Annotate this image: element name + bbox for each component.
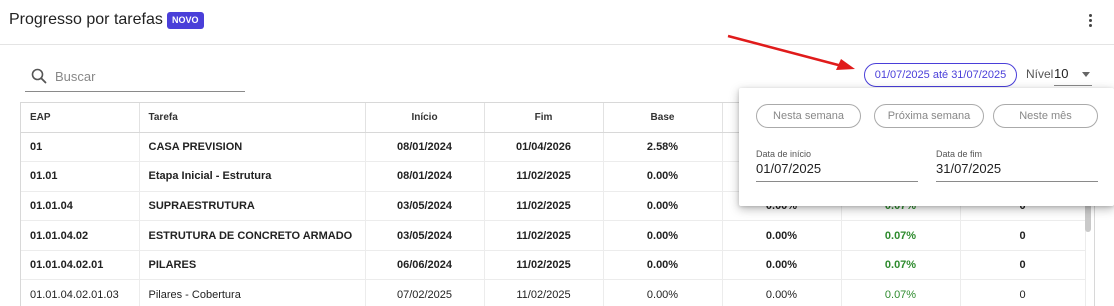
search-field[interactable]: [25, 62, 245, 92]
cell-eap: 01: [21, 132, 140, 163]
cell-col6: 0.00%: [722, 250, 842, 281]
cell-tarefa: PILARES: [139, 250, 366, 281]
cell-col7: 0.07%: [841, 250, 961, 281]
cell-tarefa: CASA PREVISION: [139, 132, 366, 163]
cell-col8: 0: [960, 250, 1086, 281]
end-date-input[interactable]: 31/07/2025: [936, 161, 1098, 182]
column-header-fim[interactable]: Fim: [484, 103, 604, 133]
date-range-chip[interactable]: 01/07/2025 até 31/07/2025: [864, 63, 1017, 87]
nivel-value: 10: [1054, 66, 1069, 81]
cell-col8: 0: [960, 220, 1086, 251]
cell-eap: 01.01.04.02.01.03: [21, 279, 140, 306]
this-week-button[interactable]: Nesta semana: [756, 104, 861, 128]
cell-fim: 11/02/2025: [484, 279, 604, 306]
cell-inicio: 03/05/2024: [365, 191, 485, 222]
cell-eap: 01.01.04.02.01: [21, 250, 140, 281]
cell-tarefa: SUPRAESTRUTURA: [139, 191, 366, 222]
cell-inicio: 07/02/2025: [365, 279, 485, 306]
search-input[interactable]: [55, 66, 240, 86]
cell-inicio: 06/06/2024: [365, 250, 485, 281]
cell-base: 2.58%: [603, 132, 723, 163]
annotation-arrow-icon: [727, 34, 855, 70]
cell-base: 0.00%: [603, 191, 723, 222]
table-row[interactable]: 01.01.04.02.01.03 Pilares - Cobertura 07/0…: [21, 279, 1086, 306]
cell-tarefa: Etapa Inicial - Estrutura: [139, 161, 366, 192]
start-date-input[interactable]: 01/07/2025: [756, 161, 918, 182]
cell-base: 0.00%: [603, 220, 723, 251]
column-header-eap[interactable]: EAP: [21, 103, 140, 133]
cell-col6: 0.00%: [722, 279, 842, 306]
cell-inicio: 08/01/2024: [365, 132, 485, 163]
this-month-button[interactable]: Neste mês: [993, 104, 1098, 128]
column-header-inicio[interactable]: Início: [365, 103, 485, 133]
cell-eap: 01.01.04: [21, 191, 140, 222]
cell-fim: 01/04/2026: [484, 132, 604, 163]
cell-eap: 01.01: [21, 161, 140, 192]
next-week-button[interactable]: Próxima semana: [874, 104, 984, 128]
chevron-down-icon: [1082, 72, 1090, 77]
cell-col7: 0.07%: [841, 279, 961, 306]
cell-col7: 0.07%: [841, 220, 961, 251]
cell-inicio: 03/05/2024: [365, 220, 485, 251]
end-date-label: Data de fim: [936, 149, 983, 159]
cell-tarefa: Pilares - Cobertura: [139, 279, 366, 306]
cell-fim: 11/02/2025: [484, 161, 604, 192]
cell-fim: 11/02/2025: [484, 220, 604, 251]
cell-base: 0.00%: [603, 250, 723, 281]
column-header-base[interactable]: Base: [603, 103, 723, 133]
page-title: Progresso por tarefas: [9, 11, 163, 28]
table-row[interactable]: 01.01.04.02 ESTRUTURA DE CONCRETO ARMADO 0…: [21, 220, 1086, 251]
table-row[interactable]: 01.01.04.02.01 PILARES 06/06/2024 11/02/202…: [21, 250, 1086, 281]
cell-fim: 11/02/2025: [484, 250, 604, 281]
cell-base: 0.00%: [603, 161, 723, 192]
date-range-popup: Nesta semana Próxima semana Neste mês Da…: [739, 88, 1114, 206]
nivel-label: Nível: [1026, 67, 1054, 81]
column-header-tarefa[interactable]: Tarefa: [139, 103, 366, 133]
cell-tarefa: ESTRUTURA DE CONCRETO ARMADO: [139, 220, 366, 251]
cell-col8: 0: [960, 279, 1086, 306]
nivel-select[interactable]: 10: [1054, 64, 1092, 86]
cell-inicio: 08/01/2024: [365, 161, 485, 192]
cell-base: 0.00%: [603, 279, 723, 306]
more-options-icon[interactable]: [1083, 12, 1097, 32]
search-icon: [31, 68, 47, 84]
cell-eap: 01.01.04.02: [21, 220, 140, 251]
cell-fim: 11/02/2025: [484, 191, 604, 222]
cell-col6: 0.00%: [722, 220, 842, 251]
start-date-label: Data de início: [756, 149, 812, 159]
new-badge: NOVO: [167, 12, 204, 29]
page-header: Progresso por tarefas NOVO: [0, 0, 1114, 45]
